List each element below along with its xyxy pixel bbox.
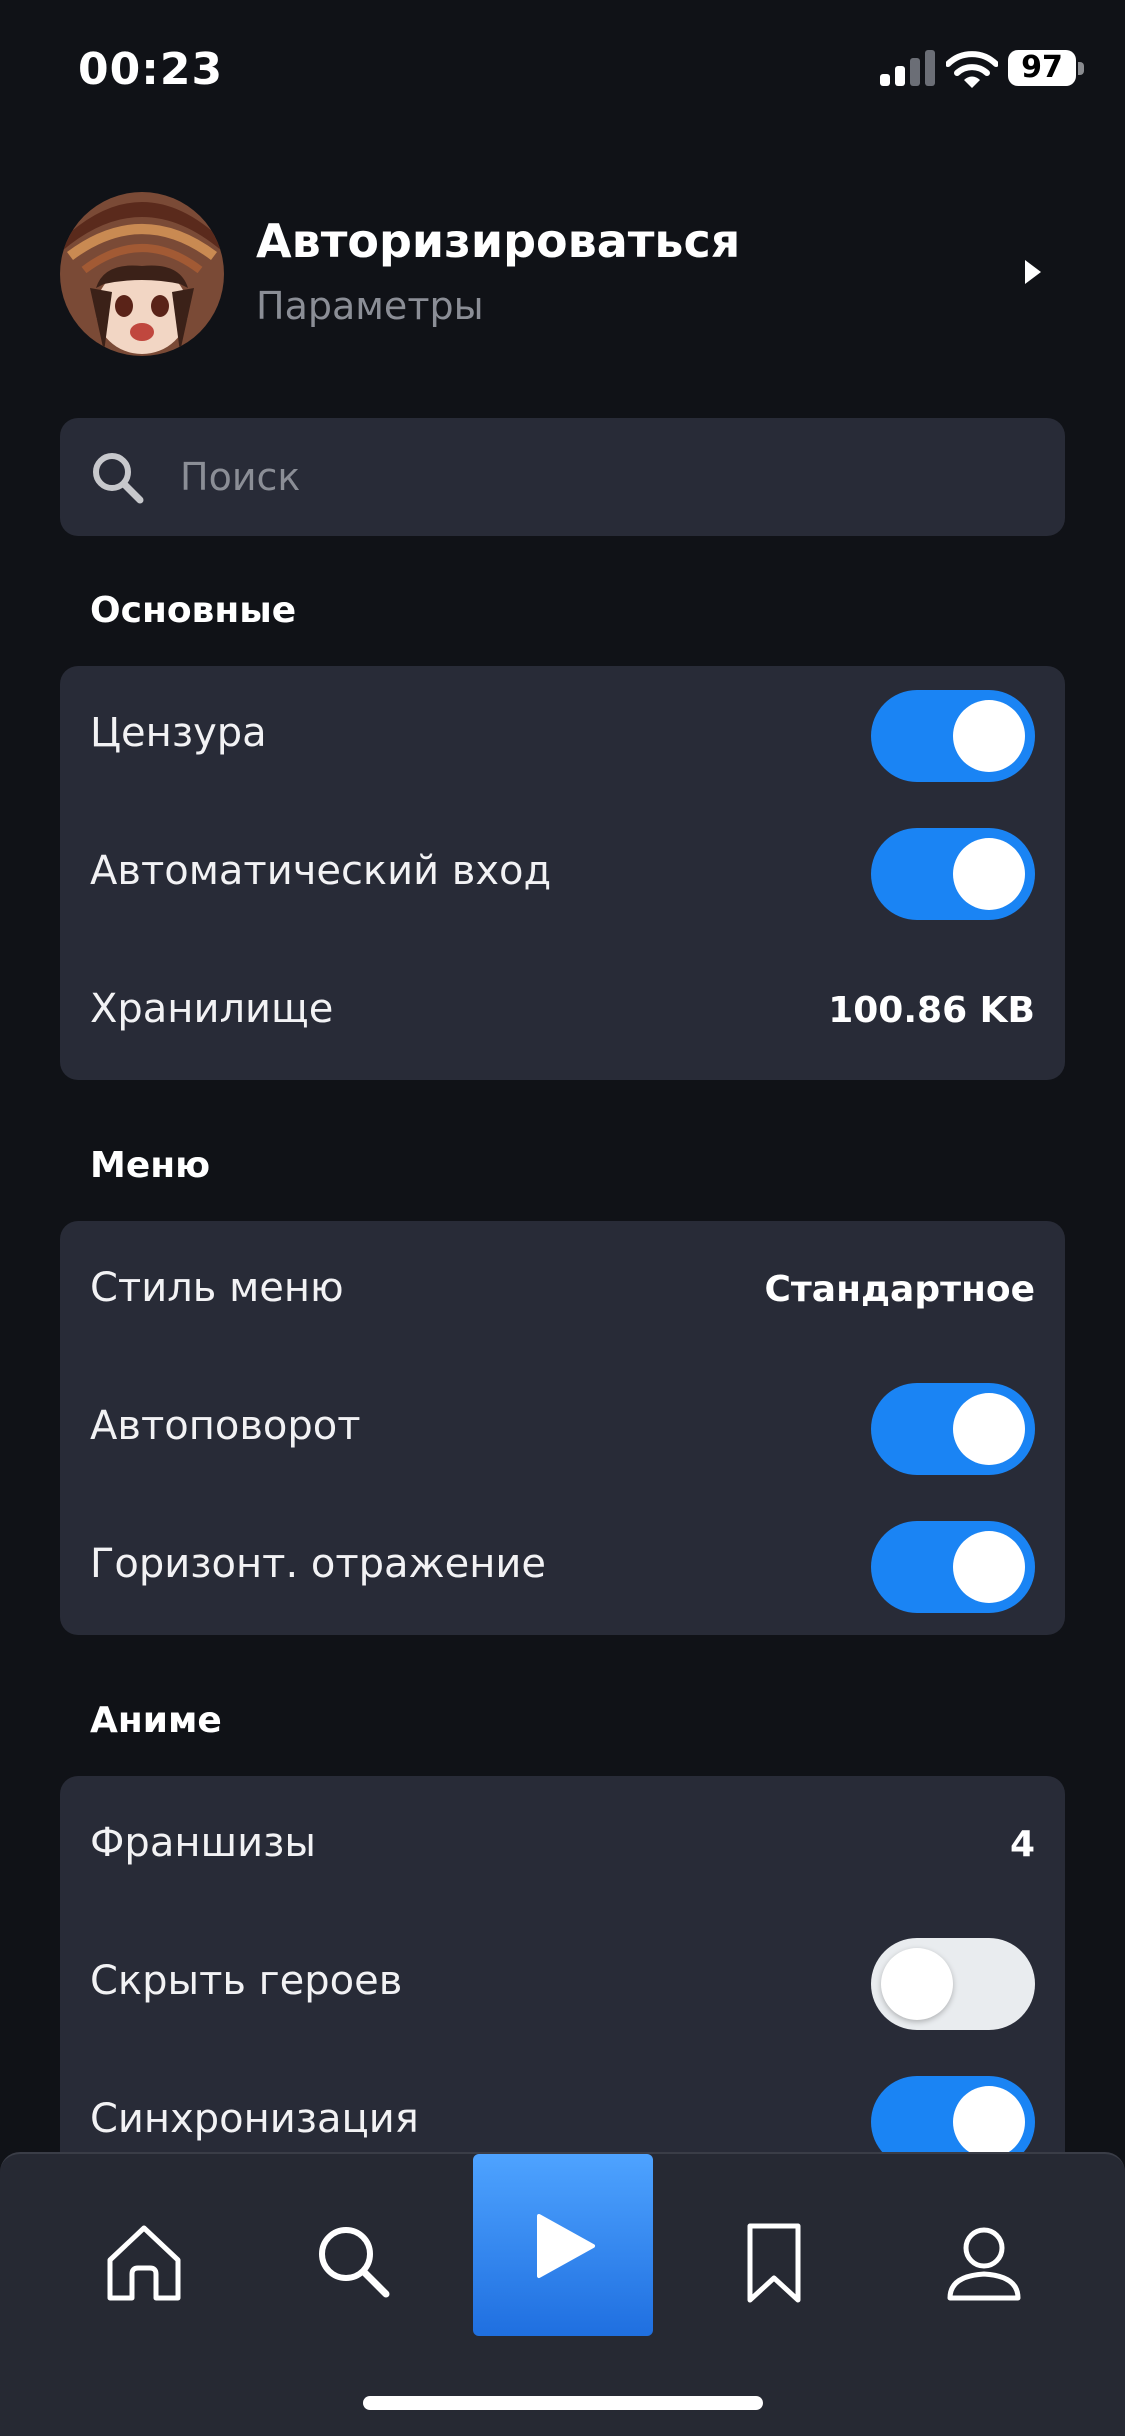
row-auto-login[interactable]: Автоматический вход <box>60 804 1065 942</box>
search-bar[interactable] <box>60 418 1065 536</box>
card-menu: Стиль меню Стандартное Автоповорот Гориз… <box>60 1221 1065 1635</box>
settings-screen: 00:23 97 Авторизироваться Параметры Поис… <box>0 0 1125 2436</box>
status-time: 00:23 <box>78 44 224 95</box>
row-storage[interactable]: Хранилище 100.86 KB <box>60 942 1065 1080</box>
section-title-basic: Основные <box>90 590 297 631</box>
search-input[interactable] <box>180 442 1040 512</box>
battery-icon: 97 <box>1008 50 1076 86</box>
status-bar: 00:23 97 <box>0 0 1125 140</box>
signal-icon <box>880 50 936 86</box>
chevron-right-icon[interactable] <box>1021 252 1045 292</box>
card-basic: Цензура Автоматический вход Хранилище 10… <box>60 666 1065 1080</box>
censorship-label: Цензура <box>90 710 267 756</box>
storage-value: 100.86 KB <box>828 990 1035 1031</box>
row-auto-rotate[interactable]: Автоповорот <box>60 1359 1065 1497</box>
row-horizontal-flip[interactable]: Горизонт. отражение <box>60 1497 1065 1635</box>
tab-bar <box>0 2152 1125 2436</box>
section-title-menu: Меню <box>90 1145 211 1186</box>
row-censorship[interactable]: Цензура <box>60 666 1065 804</box>
row-menu-style[interactable]: Стиль меню Стандартное <box>60 1221 1065 1359</box>
toggle-knob <box>881 1948 953 2020</box>
horizontal-flip-toggle[interactable] <box>871 1521 1035 1613</box>
menu-style-label: Стиль меню <box>90 1265 344 1311</box>
row-hide-heroes[interactable]: Скрыть героев <box>60 1914 1065 2052</box>
profile-subtitle: Параметры <box>256 284 484 328</box>
franchises-label: Франшизы <box>90 1820 316 1866</box>
toggle-knob <box>953 1531 1025 1603</box>
search-icon[interactable] <box>304 2212 404 2312</box>
horizontal-flip-label: Горизонт. отражение <box>90 1541 546 1587</box>
hide-heroes-toggle[interactable] <box>871 1938 1035 2030</box>
avatar[interactable] <box>60 192 224 356</box>
sync-label: Синхронизация <box>90 2096 419 2142</box>
toggle-knob <box>953 2086 1025 2158</box>
storage-label: Хранилище <box>90 986 334 1032</box>
login-title: Авторизироваться <box>256 214 741 268</box>
home-icon[interactable] <box>94 2212 194 2312</box>
menu-style-value: Стандартное <box>764 1269 1035 1310</box>
search-icon <box>93 453 144 504</box>
toggle-knob <box>953 700 1025 772</box>
auto-rotate-toggle[interactable] <box>871 1383 1035 1475</box>
play-icon[interactable] <box>473 2154 653 2336</box>
auto-login-label: Автоматический вход <box>90 848 552 894</box>
toggle-knob <box>953 1393 1025 1465</box>
home-indicator <box>363 2396 763 2410</box>
franchises-value: 4 <box>1009 1824 1035 1865</box>
hide-heroes-label: Скрыть героев <box>90 1958 403 2004</box>
auto-login-toggle[interactable] <box>871 828 1035 920</box>
bookmark-icon[interactable] <box>724 2212 824 2312</box>
censorship-toggle[interactable] <box>871 690 1035 782</box>
row-franchises[interactable]: Франшизы 4 <box>60 1776 1065 1914</box>
card-anime: Франшизы 4 Скрыть героев Синхронизация <box>60 1776 1065 2190</box>
battery-tip <box>1078 62 1084 75</box>
toggle-knob <box>953 838 1025 910</box>
wifi-icon <box>946 51 998 88</box>
profile-icon[interactable] <box>934 2212 1034 2312</box>
profile-row[interactable]: Авторизироваться Параметры <box>60 192 1065 356</box>
auto-rotate-label: Автоповорот <box>90 1403 361 1449</box>
section-title-anime: Аниме <box>90 1700 222 1741</box>
